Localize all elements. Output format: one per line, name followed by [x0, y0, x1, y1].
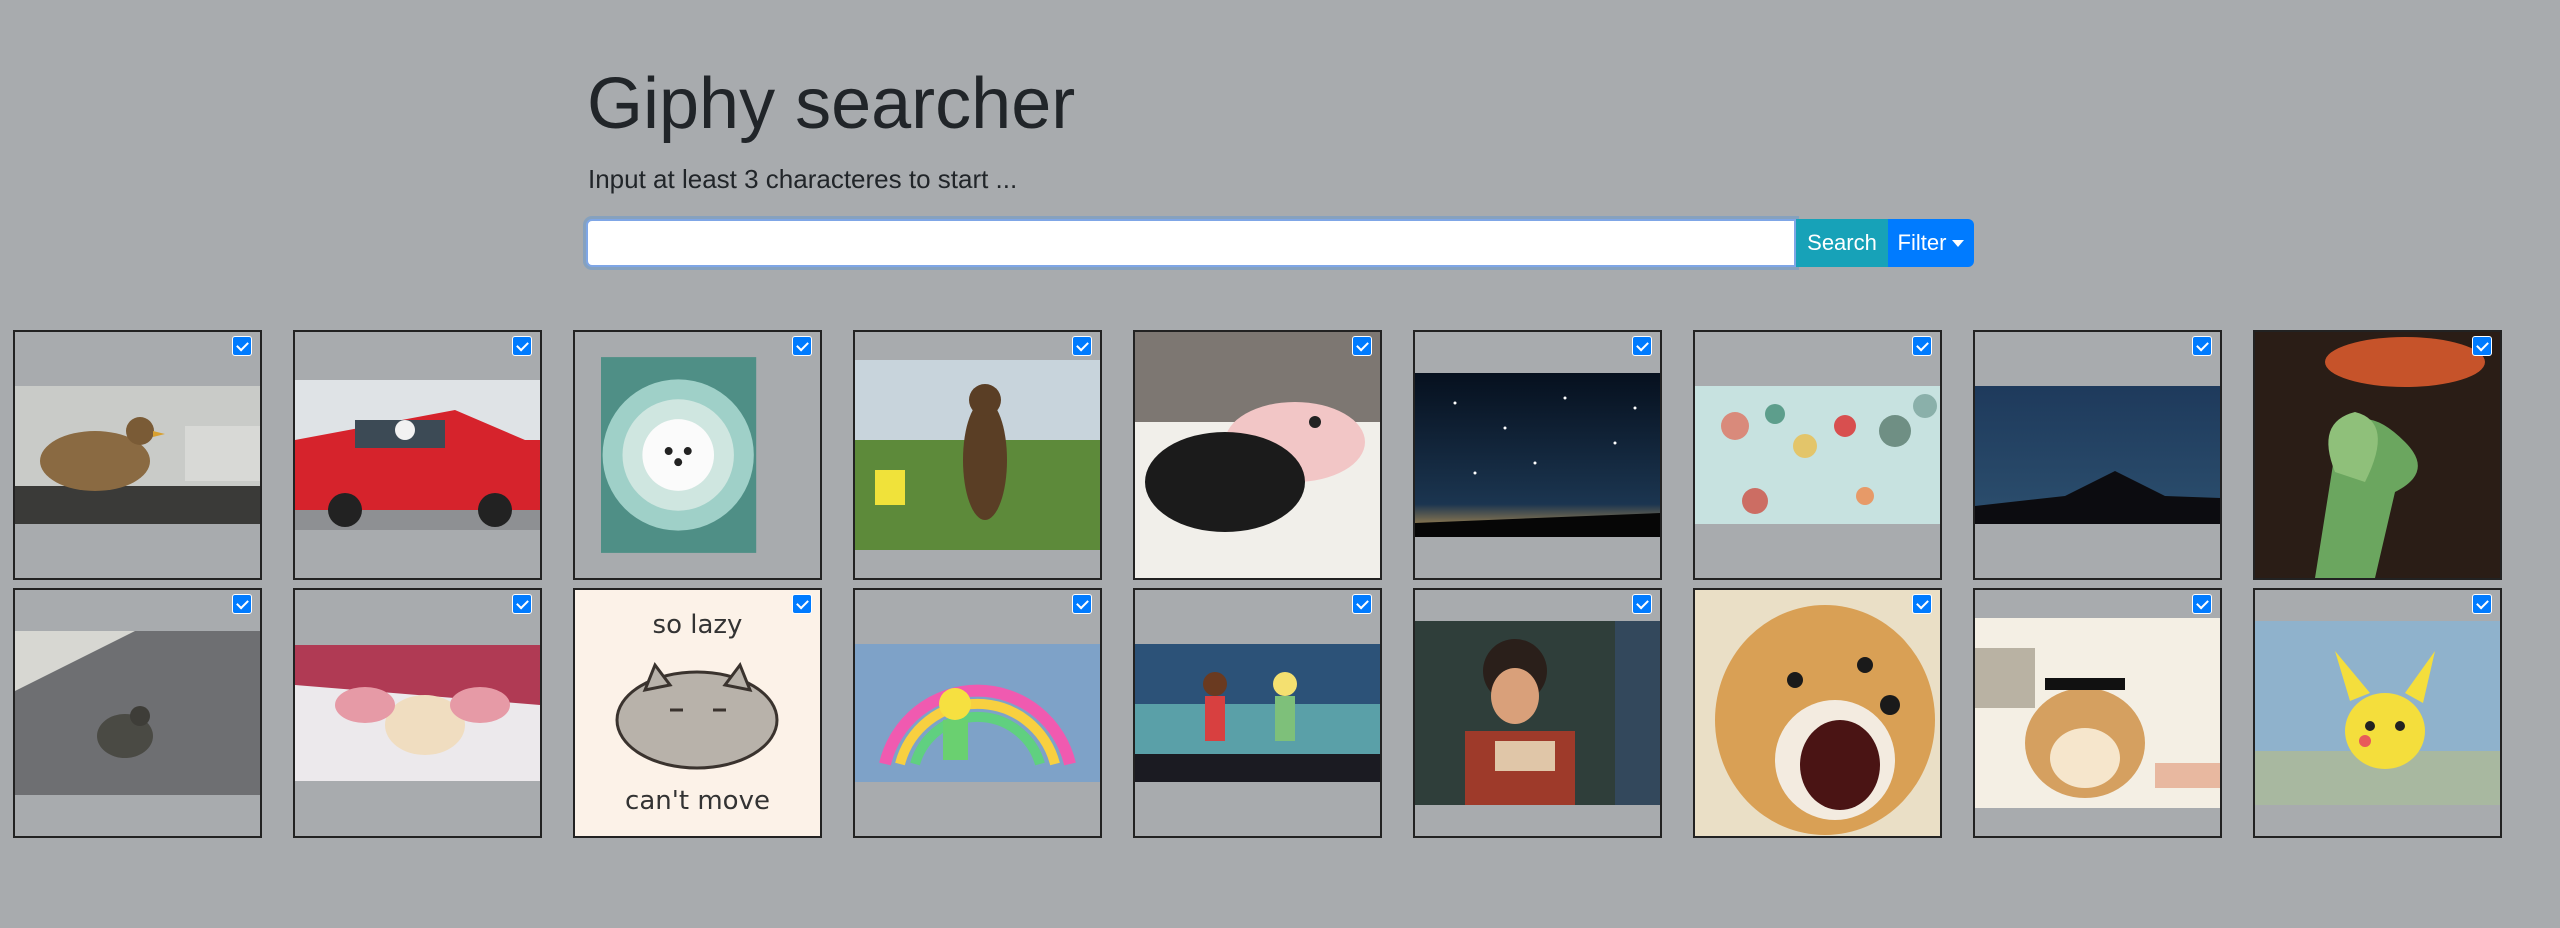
select-checkbox[interactable]: [512, 336, 532, 356]
select-checkbox[interactable]: [1912, 594, 1932, 614]
gif-card[interactable]: [1413, 330, 1662, 580]
gif-card[interactable]: [293, 588, 542, 838]
gif-card[interactable]: [13, 588, 262, 838]
select-checkbox[interactable]: [1632, 594, 1652, 614]
page-title: Giphy searcher: [587, 64, 1076, 144]
select-checkbox[interactable]: [2192, 336, 2212, 356]
gif-card[interactable]: [2253, 588, 2502, 838]
gif-image: [601, 357, 757, 553]
gif-card[interactable]: [293, 330, 542, 580]
gif-image: [295, 645, 540, 781]
gif-image: [1415, 373, 1660, 537]
gif-caption-top: so lazy: [652, 610, 743, 640]
page: Giphy searcher Input at least 3 characte…: [0, 0, 2560, 928]
gif-card[interactable]: [1693, 330, 1942, 580]
gif-card[interactable]: [1693, 588, 1942, 838]
search-input[interactable]: [586, 219, 1796, 267]
select-checkbox[interactable]: [232, 594, 252, 614]
gif-image: [295, 380, 540, 530]
gif-image: [1695, 386, 1940, 524]
gif-image: [1135, 332, 1380, 578]
select-checkbox[interactable]: [232, 336, 252, 356]
select-checkbox[interactable]: [1352, 594, 1372, 614]
gif-card[interactable]: [1133, 330, 1382, 580]
gif-card[interactable]: [1973, 588, 2222, 838]
search-bar: Search Filter: [586, 219, 1974, 267]
gif-image: [1975, 618, 2220, 808]
gif-image: [1975, 386, 2220, 524]
select-checkbox[interactable]: [2472, 336, 2492, 356]
select-checkbox[interactable]: [1632, 336, 1652, 356]
select-checkbox[interactable]: [792, 594, 812, 614]
select-checkbox[interactable]: [1072, 336, 1092, 356]
gif-image: [15, 631, 260, 795]
gif-image: [1135, 644, 1380, 782]
select-checkbox[interactable]: [1912, 336, 1932, 356]
select-checkbox[interactable]: [512, 594, 532, 614]
page-subtitle: Input at least 3 characteres to start ..…: [588, 164, 1018, 194]
gif-card[interactable]: [853, 588, 1102, 838]
gif-card[interactable]: [1133, 588, 1382, 838]
select-checkbox[interactable]: [2192, 594, 2212, 614]
select-checkbox[interactable]: [792, 336, 812, 356]
filter-dropdown-button[interactable]: Filter: [1888, 219, 1974, 267]
gif-image: [2255, 621, 2500, 805]
select-checkbox[interactable]: [1352, 336, 1372, 356]
gif-image: [15, 386, 260, 524]
gif-caption-bottom: can't move: [625, 786, 770, 816]
filter-label: Filter: [1897, 230, 1947, 255]
gif-image: [855, 644, 1100, 782]
select-checkbox[interactable]: [2472, 594, 2492, 614]
gif-image: [855, 360, 1100, 550]
select-checkbox[interactable]: [1072, 594, 1092, 614]
gif-image: [1415, 621, 1660, 805]
gif-card[interactable]: [1413, 588, 1662, 838]
gif-image: [2255, 332, 2500, 578]
gif-card[interactable]: [573, 330, 822, 580]
gif-card[interactable]: [1973, 330, 2222, 580]
gif-card[interactable]: [13, 330, 262, 580]
caret-down-icon: [1952, 239, 1965, 247]
gif-card[interactable]: [2253, 330, 2502, 580]
search-button[interactable]: Search: [1796, 219, 1888, 267]
gif-grid: so lazy can't move: [13, 330, 2503, 838]
gif-card[interactable]: [853, 330, 1102, 580]
gif-image: [1695, 590, 1940, 836]
gif-card[interactable]: so lazy can't move: [573, 588, 822, 838]
